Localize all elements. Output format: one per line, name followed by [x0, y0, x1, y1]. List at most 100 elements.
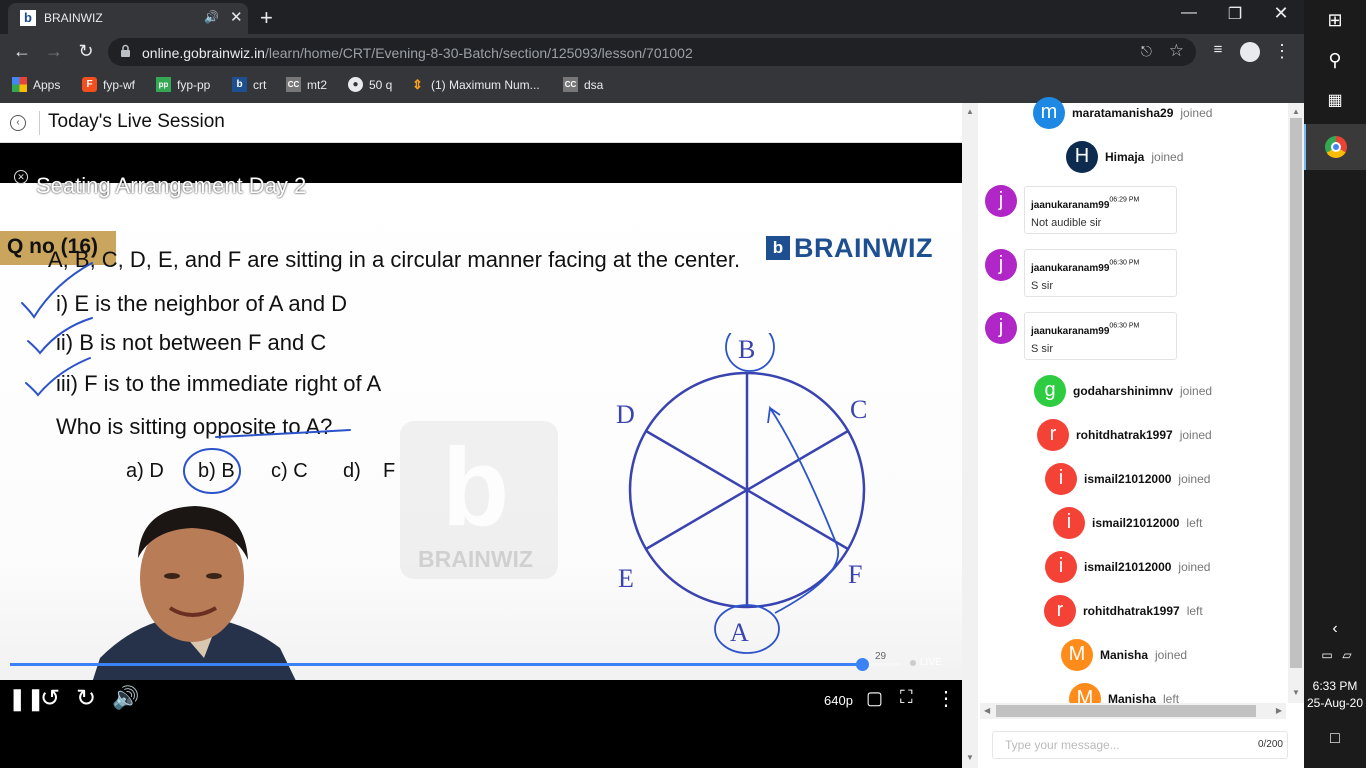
- chat-event: g godaharshinimnv joined: [1034, 375, 1212, 407]
- restore-button[interactable]: ❐: [1212, 4, 1258, 24]
- scroll-down-icon[interactable]: ▼: [966, 753, 974, 762]
- tab-close-icon[interactable]: ✕: [230, 8, 243, 26]
- clock-time[interactable]: 6:33 PM: [1304, 679, 1366, 693]
- chat-message-input[interactable]: [1005, 738, 1245, 752]
- diagram-label-f: F: [848, 560, 862, 589]
- bookmark-fyp-pp[interactable]: pp fyp-pp: [156, 77, 210, 92]
- chat-scroll-down-icon[interactable]: ▼: [1292, 688, 1300, 697]
- bookmark-star-icon[interactable]: ☆: [1169, 41, 1184, 61]
- lesson-area: ‹ Today's Live Session Q no (16) b BRAIN…: [0, 103, 962, 768]
- left-scrollbar[interactable]: ▲ ▼: [962, 103, 978, 768]
- forward-button[interactable]: →: [42, 41, 66, 62]
- menu-kebab-icon[interactable]: ⋮: [1270, 41, 1294, 62]
- avatar: j: [985, 312, 1017, 344]
- bookmark-maximum-num[interactable]: ⇕ (1) Maximum Num...: [410, 77, 540, 92]
- avatar: H: [1066, 141, 1098, 173]
- progress-fill: [10, 663, 862, 666]
- apps-grid-icon: [12, 77, 27, 92]
- chat-scroll-up-icon[interactable]: ▲: [1292, 107, 1300, 116]
- quality-selector[interactable]: 640p: [824, 693, 853, 708]
- new-tab-button[interactable]: +: [260, 5, 273, 31]
- rewind-10-icon[interactable]: ↺: [40, 684, 60, 713]
- scroll-right-icon[interactable]: ▶: [1276, 706, 1282, 715]
- avatar: i: [1045, 551, 1077, 583]
- leetcode-icon: ⇕: [412, 77, 423, 92]
- task-view-icon[interactable]: ▦: [1304, 90, 1366, 110]
- forward-10-icon[interactable]: ↻: [76, 684, 96, 713]
- chrome-taskbar-button[interactable]: [1304, 124, 1366, 170]
- progress-handle[interactable]: [855, 658, 869, 671]
- reload-button[interactable]: ↻: [74, 41, 98, 62]
- chat-message: jaanukaranam9906:30 PM S sir: [1024, 249, 1177, 297]
- chat-message: jaanukaranam9906:30 PM S sir: [1024, 312, 1177, 360]
- minimize-button[interactable]: —: [1166, 4, 1212, 22]
- browser-titlebar: b BRAINWIZ 🔊 ✕ + — ❐ ✕: [0, 0, 1304, 34]
- seating-circle-diagram: B C F A E D: [616, 333, 867, 654]
- avatar: j: [985, 249, 1017, 281]
- bookmark-mt2[interactable]: CC mt2: [286, 77, 327, 92]
- browser-tab[interactable]: b BRAINWIZ 🔊 ✕: [8, 3, 248, 34]
- clock-date[interactable]: 25-Aug-20: [1304, 696, 1366, 710]
- tab-audio-icon[interactable]: 🔊: [204, 10, 219, 24]
- bookmark-crt[interactable]: b crt: [232, 77, 266, 92]
- char-counter: 0/200: [1257, 739, 1283, 750]
- media-control-icon[interactable]: ≡: [1206, 41, 1230, 58]
- wifi-icon[interactable]: ▱: [1316, 648, 1366, 662]
- avatar: i: [1053, 507, 1085, 539]
- browser-toolbar: ← → ↻ online.gobrainwiz.in/learn/home/CR…: [0, 34, 1304, 70]
- tab-title: BRAINWIZ: [44, 11, 103, 25]
- chevron-left-icon[interactable]: ‹: [1304, 620, 1366, 638]
- chat-event: i ismail21012000 left: [1053, 507, 1202, 539]
- bookmark-dsa[interactable]: CC dsa: [563, 77, 603, 92]
- url-text: online.gobrainwiz.in/learn/home/CRT/Even…: [142, 45, 693, 61]
- avatar: j: [985, 185, 1017, 217]
- fullscreen-icon[interactable]: ⛶: [900, 687, 913, 708]
- chat-message-avatar: j: [985, 185, 1017, 217]
- chat-horizontal-thumb[interactable]: [996, 705, 1256, 717]
- globe-icon: ●: [348, 77, 363, 92]
- chat-message-avatar: j: [985, 312, 1017, 344]
- windows-start-icon[interactable]: ⊞: [1304, 10, 1366, 31]
- close-window-button[interactable]: ✕: [1258, 3, 1304, 24]
- back-circle-icon[interactable]: ‹: [10, 115, 26, 131]
- video-player[interactable]: Q no (16) b BRAINWIZ A, B, C, D, E, and …: [0, 143, 962, 720]
- captions-off-icon[interactable]: ▢: [866, 688, 883, 709]
- profile-avatar[interactable]: [1240, 42, 1260, 62]
- windows-taskbar: ⊞ ⚲ ▦ ‹ ▭ ▱ 6:33 PM 25-Aug-20 □: [1304, 0, 1366, 768]
- diagram-label-c: C: [850, 395, 867, 424]
- avatar: M: [1069, 683, 1101, 703]
- divider: [39, 111, 40, 135]
- live-dot-icon: [910, 659, 916, 666]
- scroll-up-icon[interactable]: ▲: [966, 107, 974, 116]
- video-close-icon[interactable]: ✕: [14, 170, 28, 184]
- chat-event: r rohitdhatrak1997 joined: [1037, 419, 1212, 451]
- address-bar[interactable]: online.gobrainwiz.in/learn/home/CRT/Even…: [108, 38, 1196, 66]
- volume-icon[interactable]: 🔊: [112, 685, 139, 711]
- search-icon[interactable]: ⚲: [1304, 50, 1366, 71]
- diagram-label-a: A: [730, 618, 749, 647]
- key-icon[interactable]: ⎋: [1141, 43, 1152, 60]
- bookmark-apps[interactable]: Apps: [12, 77, 60, 92]
- chat-event: M Manisha joined: [1061, 639, 1187, 671]
- chat-scroll-thumb[interactable]: [1290, 118, 1302, 668]
- diagram-label-e: E: [618, 564, 634, 593]
- chat-event: r rohitdhatrak1997 left: [1044, 595, 1203, 627]
- chat-overflow-clip: M Manisha left: [980, 683, 1286, 703]
- avatar: i: [1045, 463, 1077, 495]
- chat-event: M Manisha left: [1069, 683, 1179, 703]
- seek-time-tooltip: 29: [875, 651, 887, 662]
- bookmark-fyp-wf[interactable]: F fyp-wf: [82, 77, 135, 92]
- video-title: Seating Arrangement Day 2: [36, 173, 307, 198]
- player-controls: ❚❚ ↺ ↻ 🔊 640p ▢ ⛶ ⋮: [0, 680, 962, 738]
- bookmark-50q[interactable]: ● 50 q: [348, 77, 392, 92]
- back-button[interactable]: ←: [10, 41, 34, 62]
- scroll-left-icon[interactable]: ◀: [984, 706, 990, 715]
- notification-icon[interactable]: □: [1304, 730, 1366, 748]
- player-menu-icon[interactable]: ⋮: [936, 686, 956, 711]
- avatar: r: [1044, 595, 1076, 627]
- live-badge[interactable]: LIVE: [910, 657, 942, 668]
- diagram-label-b: B: [738, 335, 755, 364]
- chat-event: H Himaja joined: [1066, 141, 1183, 173]
- figma-icon: F: [82, 77, 97, 92]
- chat-message-avatar: j: [985, 249, 1017, 281]
